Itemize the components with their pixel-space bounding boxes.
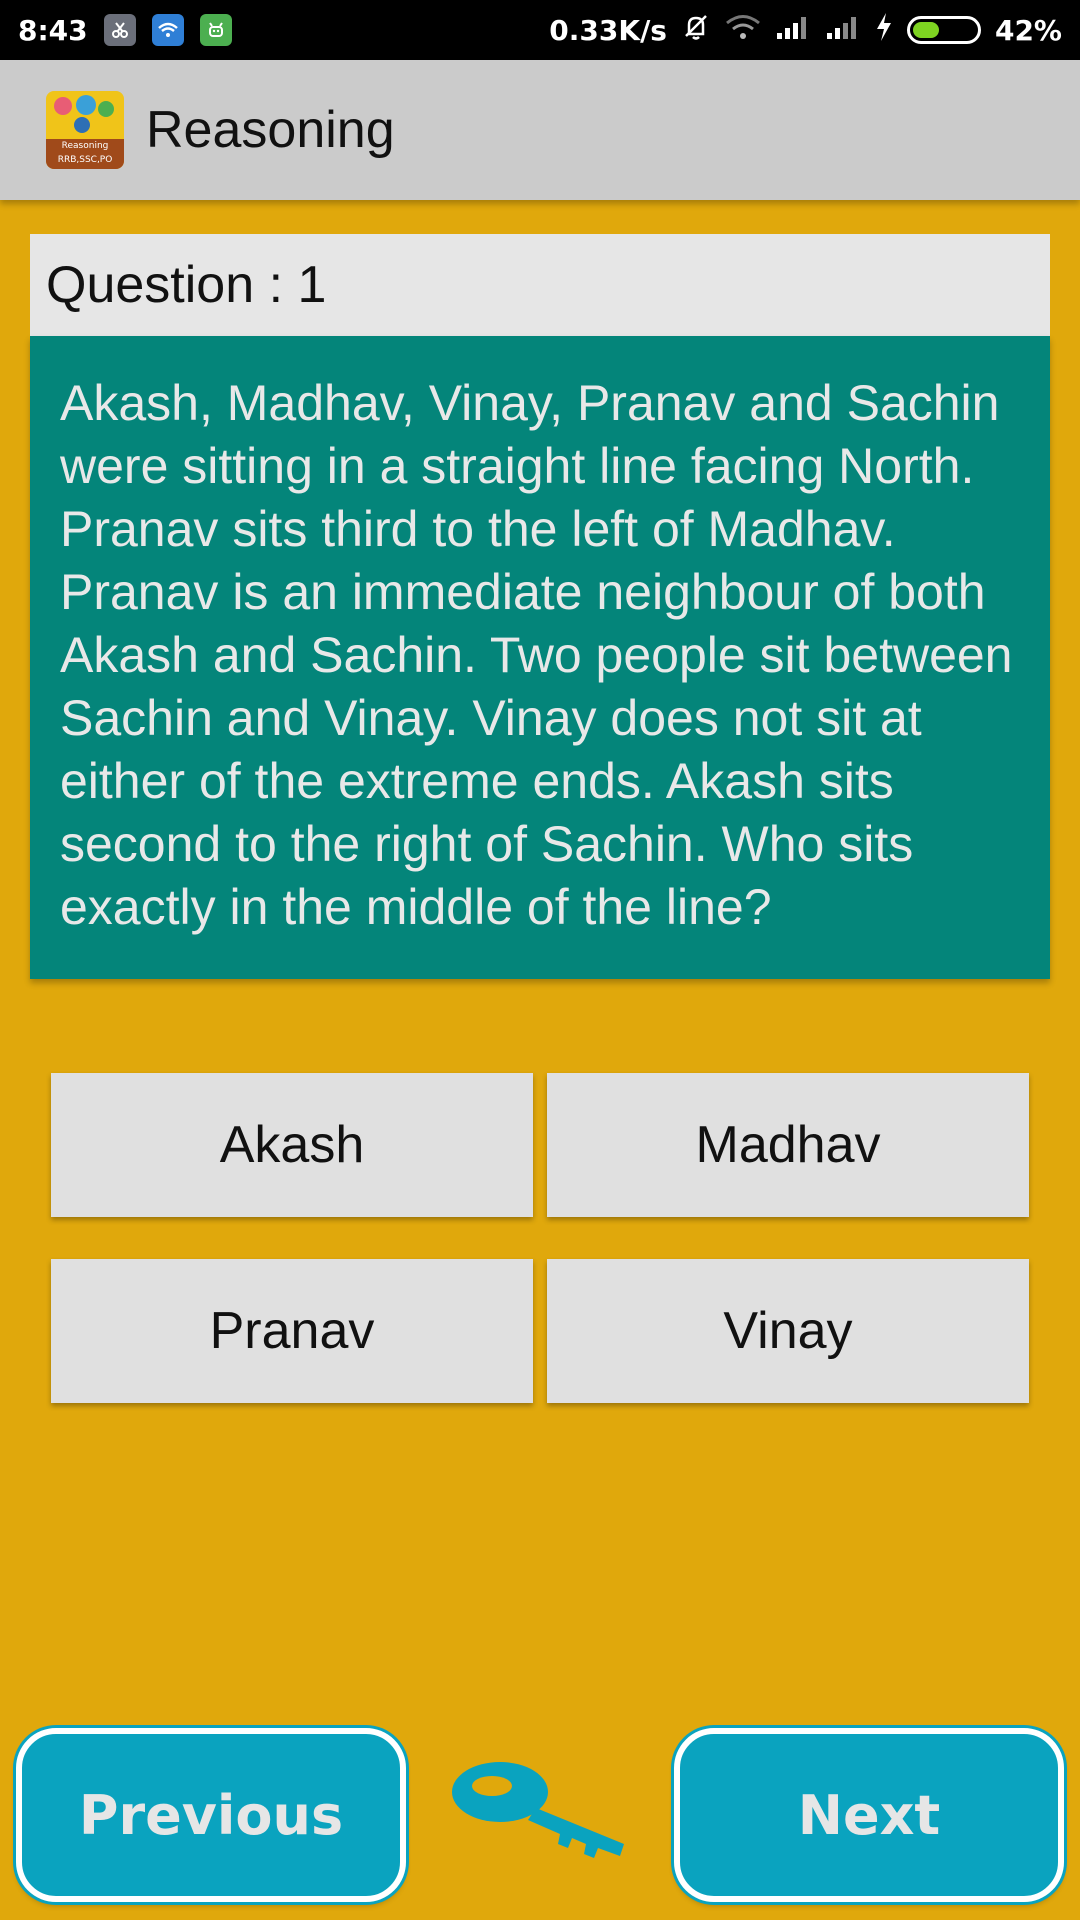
cell-signal-icon [775, 13, 811, 48]
mute-bell-icon [681, 12, 711, 49]
logo-dot [54, 97, 72, 115]
charging-icon [875, 12, 893, 49]
app-bar: Reasoning RRB,SSC,PO Reasoning [0, 60, 1080, 200]
logo-dot [98, 101, 114, 117]
scissors-notification-icon [103, 14, 136, 46]
key-icon[interactable] [448, 1752, 634, 1860]
logo-dot [74, 117, 90, 133]
battery-icon [906, 16, 981, 44]
app-title: Reasoning [146, 101, 395, 159]
question-number: Question : 1 [30, 234, 1050, 336]
next-button[interactable]: Next [674, 1728, 1064, 1902]
cell-signal-2-icon [825, 13, 861, 48]
logo-text: Reasoning RRB,SSC,PO [46, 139, 124, 169]
option-button-2[interactable]: Madhav [547, 1073, 1029, 1217]
option-button-3[interactable]: Pranav [51, 1259, 533, 1403]
battery-percent: 42% [994, 13, 1062, 47]
wifi-notification-icon [151, 14, 184, 46]
status-time: 8:43 [18, 13, 88, 47]
android-notification-icon [199, 14, 232, 46]
question-text: Akash, Madhav, Vinay, Pranav and Sachin … [30, 336, 1050, 979]
wifi-signal-icon [725, 13, 761, 48]
question-card: Question : 1 Akash, Madhav, Vinay, Prana… [30, 234, 1050, 979]
option-button-1[interactable]: Akash [51, 1073, 533, 1217]
status-bar: 8:43 0.33K/s 42% [0, 0, 1080, 60]
battery-fill [912, 22, 939, 38]
previous-button[interactable]: Previous [16, 1728, 406, 1902]
network-speed: 0.33K/s [549, 13, 667, 47]
logo-dot [76, 95, 96, 115]
app-logo: Reasoning RRB,SSC,PO [46, 91, 124, 169]
option-button-4[interactable]: Vinay [547, 1259, 1029, 1403]
